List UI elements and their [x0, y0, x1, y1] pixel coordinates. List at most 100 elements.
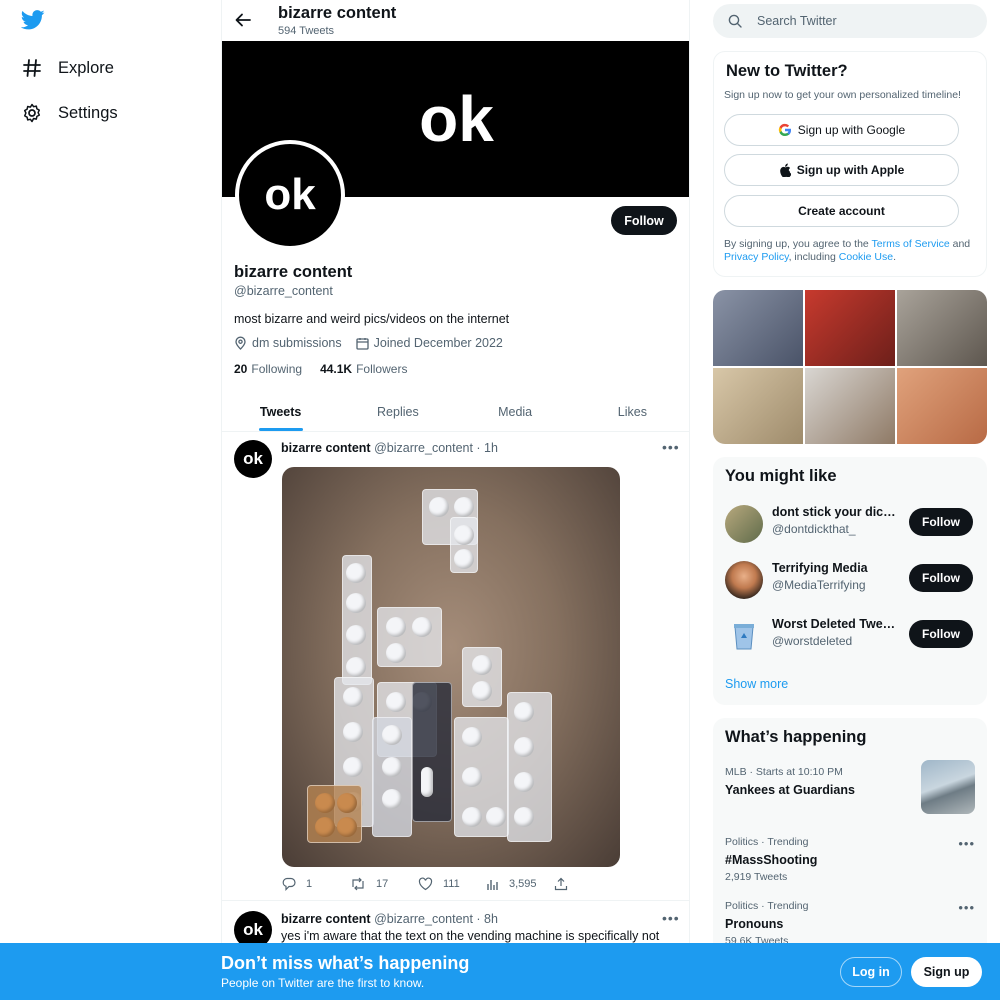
profile-stats: 20 Following 44.1K Followers — [234, 362, 425, 376]
retweet-button[interactable]: 17 — [350, 877, 418, 891]
following-count: 20 — [234, 362, 248, 376]
tweet-meta: @bizarre_content · 1h — [374, 441, 498, 455]
media-thumb[interactable] — [713, 368, 803, 444]
heart-icon — [418, 877, 433, 891]
cookie-link[interactable]: Cookie Use — [839, 251, 893, 263]
profile-column: bizarre content 594 Tweets ok ok Follow … — [221, 0, 690, 1000]
google-signup-label: Sign up with Google — [797, 123, 906, 137]
trend-count: 2,919 Tweets — [725, 871, 788, 883]
create-account-button[interactable]: Create account — [724, 195, 959, 227]
profile-name: bizarre content — [234, 263, 353, 281]
tweet-author[interactable]: bizarre content — [281, 441, 371, 455]
recycle-bin-icon[interactable] — [725, 617, 763, 655]
search-input[interactable]: Search Twitter — [713, 4, 987, 38]
legal-part: . — [893, 251, 896, 263]
login-button[interactable]: Log in — [840, 957, 902, 987]
following-link[interactable]: 20 Following — [234, 362, 302, 376]
signup-title: New to Twitter? — [726, 62, 848, 80]
media-thumb[interactable] — [897, 368, 987, 444]
terms-link[interactable]: Terms of Service — [872, 238, 950, 250]
google-icon — [778, 123, 791, 137]
prompt-title: Don’t miss what’s happening — [221, 953, 470, 973]
trend-meta: Politics · Trending — [725, 900, 809, 912]
like-count: 111 — [443, 878, 460, 890]
followers-count: 44.1K — [320, 362, 353, 376]
profile-tabs: Tweets Replies Media Likes — [222, 392, 689, 432]
media-thumb[interactable] — [805, 290, 895, 366]
trend-item[interactable]: Politics · Trending #MassShooting 2,919 … — [725, 836, 975, 883]
privacy-link[interactable]: Privacy Policy — [724, 251, 789, 263]
retweet-icon — [352, 877, 364, 891]
more-options-icon[interactable]: ••• — [662, 439, 680, 455]
signup-subtitle: Sign up now to get your own personalized… — [724, 89, 961, 101]
legal-text: By signing up, you agree to the Terms of… — [724, 238, 978, 264]
media-thumb[interactable] — [897, 290, 987, 366]
view-count: 3,595 — [509, 878, 537, 890]
suggested-account[interactable]: Worst Deleted Tweets @worstdeleted Follo… — [725, 615, 975, 655]
like-button[interactable]: 111 — [418, 877, 486, 891]
suggested-account[interactable]: Terrifying Media @MediaTerrifying Follow — [725, 559, 975, 599]
tweet-header: bizarre content @bizarre_content · 8h — [281, 912, 498, 926]
joined-text: Joined December 2022 — [373, 336, 503, 350]
tweet-meta: @bizarre_content · 8h — [374, 912, 498, 926]
gear-icon — [22, 103, 42, 123]
media-grid — [713, 290, 987, 444]
media-thumb[interactable] — [713, 290, 803, 366]
tweet-count: 594 Tweets — [278, 25, 335, 37]
analytics-icon — [487, 879, 498, 890]
tab-media[interactable]: Media — [457, 392, 574, 431]
followers-link[interactable]: 44.1K Followers — [320, 362, 407, 376]
trend-title: Pronouns — [725, 917, 784, 931]
signup-button[interactable]: Sign up — [911, 957, 982, 987]
trend-thumbnail[interactable] — [921, 760, 975, 814]
trend-title: #MassShooting — [725, 853, 818, 867]
profile-joined: Joined December 2022 — [355, 336, 503, 350]
following-label: Following — [251, 362, 303, 376]
follow-button[interactable]: Follow — [909, 508, 973, 536]
trend-meta: Politics · Trending — [725, 836, 809, 848]
reply-button[interactable]: 1 — [282, 877, 350, 891]
follow-button[interactable]: Follow — [909, 620, 973, 648]
tweet-avatar[interactable]: ok — [234, 440, 272, 478]
more-options-icon[interactable]: ••• — [958, 900, 975, 915]
account-handle: @dontdickthat_ — [772, 522, 856, 536]
nav-item-label: Settings — [58, 103, 118, 122]
more-options-icon[interactable]: ••• — [958, 836, 975, 851]
back-arrow-icon[interactable] — [234, 11, 252, 29]
tab-likes[interactable]: Likes — [574, 392, 689, 431]
search-icon — [728, 14, 742, 28]
tweet-actions: 1 17 111 3,595 — [282, 877, 622, 891]
views-button[interactable]: 3,595 — [486, 877, 554, 891]
google-signup-button[interactable]: Sign up with Google — [724, 114, 959, 146]
show-more-link[interactable]: Show more — [725, 677, 788, 691]
share-icon — [554, 877, 568, 891]
tweet-text: yes i'm aware that the text on the vendi… — [281, 929, 660, 943]
media-thumb[interactable] — [805, 368, 895, 444]
tab-tweets[interactable]: Tweets — [222, 392, 339, 431]
avatar[interactable] — [725, 505, 763, 543]
profile-avatar[interactable]: ok — [235, 140, 345, 250]
tweet-image[interactable] — [282, 467, 620, 867]
tweet-author[interactable]: bizarre content — [281, 912, 371, 926]
tab-replies[interactable]: Replies — [339, 392, 456, 431]
follow-button[interactable]: Follow — [909, 564, 973, 592]
share-button[interactable] — [554, 877, 622, 891]
nav-item-explore[interactable]: Explore — [22, 56, 114, 80]
hash-icon — [22, 58, 42, 78]
follow-button[interactable]: Follow — [611, 206, 677, 235]
account-name: Terrifying Media — [772, 561, 868, 575]
reply-count: 1 — [306, 878, 313, 890]
suggested-account[interactable]: dont stick your dick in that @dontdickth… — [725, 503, 975, 543]
nav-item-settings[interactable]: Settings — [22, 101, 118, 125]
signup-card: New to Twitter? Sign up now to get your … — [713, 51, 987, 277]
trend-item[interactable]: Politics · Trending Pronouns 59.6K Tweet… — [725, 900, 975, 947]
who-to-follow-card: You might like dont stick your dick in t… — [713, 457, 987, 705]
location-pin-icon — [235, 336, 246, 350]
legal-part: and — [949, 238, 971, 250]
more-options-icon[interactable]: ••• — [662, 910, 680, 926]
apple-signup-button[interactable]: Sign up with Apple — [724, 154, 959, 186]
trend-item[interactable]: MLB · Starts at 10:10 PM Yankees at Guar… — [725, 760, 975, 814]
avatar[interactable] — [725, 561, 763, 599]
twitter-bird-icon[interactable] — [20, 10, 45, 34]
page-title: bizarre content — [278, 4, 397, 22]
